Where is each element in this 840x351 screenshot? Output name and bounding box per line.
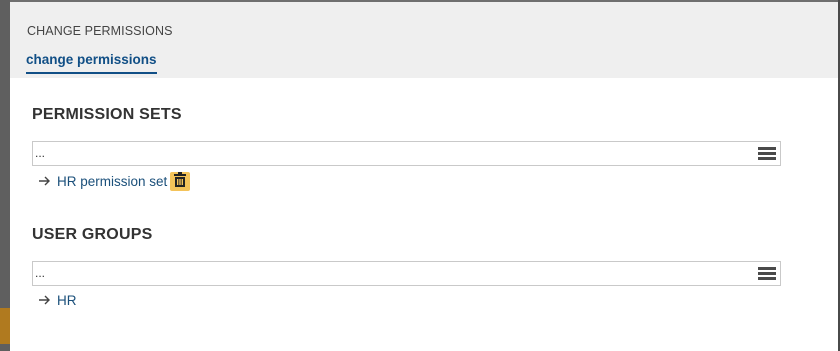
delete-permission-set-button[interactable] [170, 171, 191, 191]
tab-change-permissions[interactable]: change permissions [26, 52, 157, 74]
list-item-permission-set: HR permission set [38, 171, 191, 191]
background-accent [0, 308, 10, 344]
hamburger-menu-icon[interactable] [758, 267, 776, 281]
permission-set-link[interactable]: HR permission set [57, 174, 167, 189]
background-left-edge [0, 0, 10, 351]
list-item-user-group: HR [38, 290, 77, 310]
hamburger-menu-icon[interactable] [758, 147, 776, 161]
user-groups-heading: USER GROUPS [32, 226, 153, 243]
dialog-header: CHANGE PERMISSIONS change permissions [10, 2, 838, 78]
trash-icon [173, 172, 187, 190]
change-permissions-dialog: CHANGE PERMISSIONS change permissions PE… [10, 2, 838, 351]
permission-sets-select[interactable]: ... [32, 141, 781, 166]
dialog-title: CHANGE PERMISSIONS [27, 24, 173, 38]
user-group-link[interactable]: HR [57, 293, 77, 308]
user-groups-select[interactable]: ... [32, 261, 781, 286]
permission-sets-heading: PERMISSION SETS [32, 106, 182, 123]
user-groups-select-value: ... [35, 266, 46, 280]
permission-sets-select-value: ... [35, 146, 46, 160]
arrow-right-icon [38, 294, 52, 306]
arrow-right-icon [38, 175, 52, 187]
